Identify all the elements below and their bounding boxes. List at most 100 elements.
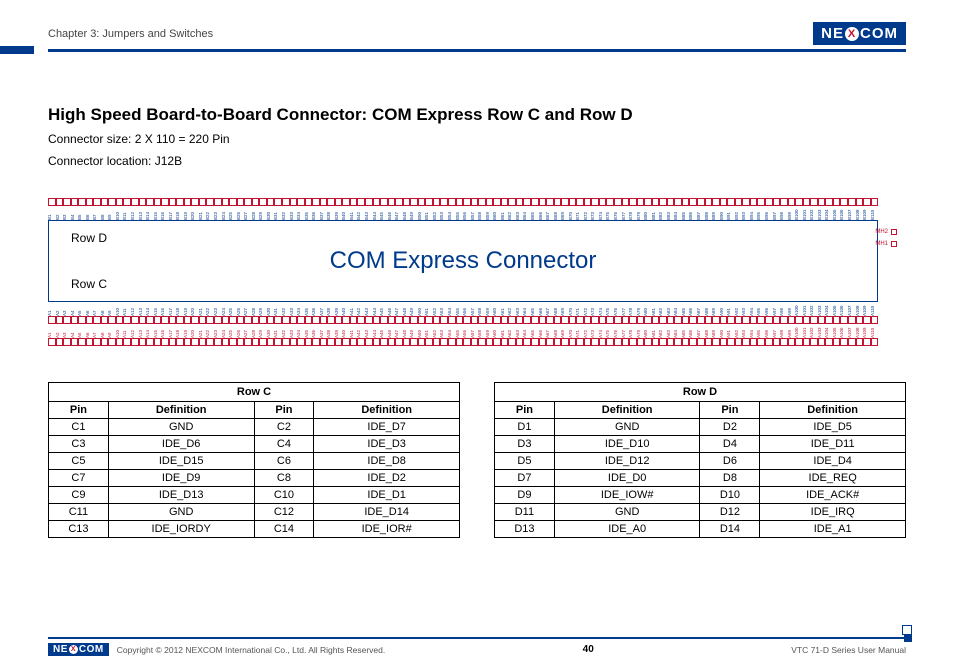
pin-box xyxy=(297,316,305,324)
pin-label: A34 xyxy=(297,324,305,338)
pin-box xyxy=(750,198,758,206)
definition-cell: IDE_D10 xyxy=(554,435,700,452)
pin-cell: C10 xyxy=(254,486,314,503)
pin-box xyxy=(508,316,516,324)
pin-label: A109 xyxy=(863,324,871,338)
pin-box xyxy=(290,338,298,346)
pin-label: A2 xyxy=(56,324,64,338)
mh2-marker: MH2 xyxy=(875,229,897,235)
row-c-caption: Row C xyxy=(48,382,460,401)
pin-box xyxy=(282,198,290,206)
pin-box xyxy=(63,338,71,346)
pin-label: A76 xyxy=(614,302,622,316)
pin-box xyxy=(161,198,169,206)
pin-box xyxy=(856,338,864,346)
pin-cell: D6 xyxy=(700,452,760,469)
pin-label: B20 xyxy=(191,206,199,220)
pin-label: A76 xyxy=(614,324,622,338)
pin-box xyxy=(637,338,645,346)
pin-box xyxy=(569,338,577,346)
table-row: C11GNDC12IDE_D14 xyxy=(49,503,460,520)
pin-box xyxy=(161,316,169,324)
pin-label: A58 xyxy=(478,302,486,316)
pin-label: B12 xyxy=(131,206,139,220)
pin-box xyxy=(803,338,811,346)
pin-label: A31 xyxy=(274,302,282,316)
pin-label: A82 xyxy=(659,302,667,316)
pin-label: A47 xyxy=(395,324,403,338)
pin-box xyxy=(765,198,773,206)
pin-box xyxy=(682,338,690,346)
pin-label: A14 xyxy=(146,324,154,338)
pin-box xyxy=(539,338,547,346)
pin-label: A42 xyxy=(357,302,365,316)
pin-box xyxy=(501,316,509,324)
definition-cell: IDE_D4 xyxy=(760,452,906,469)
definition-cell: IDE_D11 xyxy=(760,435,906,452)
pin-box xyxy=(274,316,282,324)
pin-box xyxy=(554,338,562,346)
col-header: Definition xyxy=(108,401,254,418)
pin-box xyxy=(93,338,101,346)
pin-cell: D1 xyxy=(495,418,555,435)
pin-box xyxy=(735,316,743,324)
pin-box xyxy=(433,338,441,346)
pin-box xyxy=(252,316,260,324)
pin-box xyxy=(508,198,516,206)
pin-box xyxy=(697,316,705,324)
pin-box xyxy=(214,198,222,206)
pin-label: A96 xyxy=(765,302,773,316)
pin-box xyxy=(297,338,305,346)
pin-box xyxy=(123,338,131,346)
pin-box xyxy=(327,198,335,206)
pin-label: A108 xyxy=(856,324,864,338)
pin-label: A93 xyxy=(742,324,750,338)
pin-label: B102 xyxy=(810,206,818,220)
pin-label: A87 xyxy=(697,324,705,338)
pin-box xyxy=(161,338,169,346)
pin-label: A7 xyxy=(93,324,101,338)
table-row: C3IDE_D6C4IDE_D3 xyxy=(49,435,460,452)
pin-label: B49 xyxy=(410,206,418,220)
pin-label: A82 xyxy=(659,324,667,338)
pin-box xyxy=(840,316,848,324)
table-row: C13IDE_IORDYC14IDE_IOR# xyxy=(49,520,460,537)
pin-box xyxy=(184,198,192,206)
pin-box xyxy=(810,316,818,324)
pin-label: A51 xyxy=(425,324,433,338)
pin-label: A95 xyxy=(757,324,765,338)
pin-box xyxy=(637,198,645,206)
pin-box xyxy=(637,316,645,324)
pin-label: B99 xyxy=(788,206,796,220)
pin-label: A36 xyxy=(312,302,320,316)
pin-label: B73 xyxy=(591,206,599,220)
pin-label: B11 xyxy=(123,206,131,220)
pin-label: A87 xyxy=(697,302,705,316)
pin-box xyxy=(342,198,350,206)
pin-box xyxy=(282,316,290,324)
pin-box xyxy=(856,316,864,324)
pin-label: A104 xyxy=(825,302,833,316)
footer-logo: NEXCOM xyxy=(48,643,109,656)
pin-box xyxy=(674,198,682,206)
brand-pre: NE xyxy=(821,25,844,42)
pin-box xyxy=(871,338,879,346)
copyright: Copyright © 2012 NEXCOM International Co… xyxy=(117,645,385,655)
pin-box xyxy=(644,198,652,206)
pin-box xyxy=(101,316,109,324)
pin-label: A13 xyxy=(139,324,147,338)
definition-cell: IDE_A1 xyxy=(760,520,906,537)
definition-cell: IDE_D7 xyxy=(314,418,460,435)
pin-box xyxy=(795,338,803,346)
pin-label: A11 xyxy=(123,302,131,316)
pin-box xyxy=(365,316,373,324)
pin-label: A45 xyxy=(380,324,388,338)
table-row: D1GNDD2IDE_D5 xyxy=(495,418,906,435)
pin-box xyxy=(418,198,426,206)
pin-box xyxy=(259,316,267,324)
pin-box xyxy=(757,338,765,346)
pin-box xyxy=(493,338,501,346)
pin-label: A102 xyxy=(810,324,818,338)
pin-label: A65 xyxy=(531,302,539,316)
pin-label: B3 xyxy=(63,206,71,220)
